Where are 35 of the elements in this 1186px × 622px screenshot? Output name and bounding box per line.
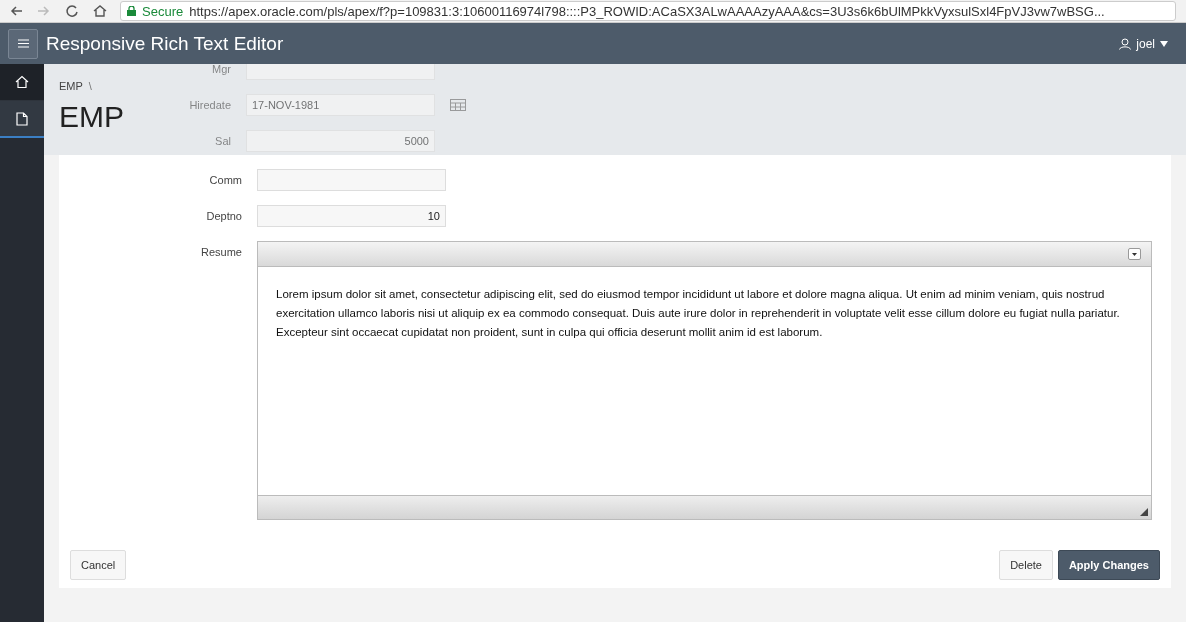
url-text: https://apex.oracle.com/pls/apex/f?p=109831:3:10600116974l798::::P3_ROWID:ACaSX3ALwAAAAzyAAA&cs=3U3s6k6bUlMPkkVyxsulSxl4FpVJ3vw7wBSG... [189, 3, 1105, 19]
text-field[interactable] [257, 169, 446, 191]
menu-icon [17, 39, 29, 48]
user-icon [1119, 37, 1132, 50]
apply-button[interactable]: Apply Changes [1057, 550, 1160, 580]
breadcrumb-link[interactable]: EMP [59, 80, 83, 92]
field-label: Sal [214, 135, 231, 147]
text-field[interactable] [246, 64, 435, 80]
breadcrumb-separator: \ [88, 80, 92, 92]
field-label: Resume [200, 245, 242, 258]
action-button[interactable]: Cancel [70, 550, 127, 580]
editor-text: Lorem ipsum dolor sit amet, consectetur adipiscing elit, sed do eiusmod tempor incididunt ut labore et dolore magna aliqua. Ut enim ad minim veniam, quis nostrud exercitation ullamco laboris nisi ut aliquip ex ea commodo consequat. Duis aute irure dolor in reprehenderit in voluptate velit esse cillum dolore eu fugiat nulla pariatur. Excepteur sint occaecat cupidatat non proident, sunt in culpa qui officia deserunt mollit anim id est laborum. [276, 287, 1121, 340]
caret-icon [1132, 252, 1137, 256]
address-bar[interactable]: Secure https://apex.oracle.com/pls/apex/f?p=109831:3:10600116974l798::::P3_ROWID:ACaSX3ALwAAAAzyAAA&cs=3U3s6k6bUlMPkkVyxsulSxl4FpVJ3vw7wBSG... [120, 1, 1176, 21]
home-icon [15, 75, 29, 89]
text-field[interactable]: 17-NOV-1981 [246, 94, 435, 116]
text-field[interactable]: 5000 [246, 130, 435, 152]
app-title: Responsive Rich Text Editor [46, 32, 285, 55]
menu-button[interactable] [8, 28, 38, 59]
nav-item[interactable] [0, 101, 44, 138]
action-button[interactable]: Delete [999, 550, 1053, 580]
field-label: Deptno [205, 210, 242, 222]
document-icon [16, 111, 28, 126]
text-field[interactable]: 10 [257, 205, 446, 227]
secure-label: Secure [142, 3, 184, 19]
field-label: Hiredate [188, 99, 231, 111]
field-label: Comm [208, 174, 242, 186]
lock-icon [127, 6, 136, 16]
field-label: Mgr [211, 64, 231, 75]
page-title: EMP [59, 100, 124, 134]
resize-handle-icon[interactable] [1140, 508, 1148, 516]
nav-item[interactable] [0, 64, 44, 101]
user-menu[interactable]: joel [1113, 35, 1174, 52]
toolbar-toggle-button[interactable] [1128, 248, 1141, 260]
caret-icon [1160, 40, 1168, 47]
